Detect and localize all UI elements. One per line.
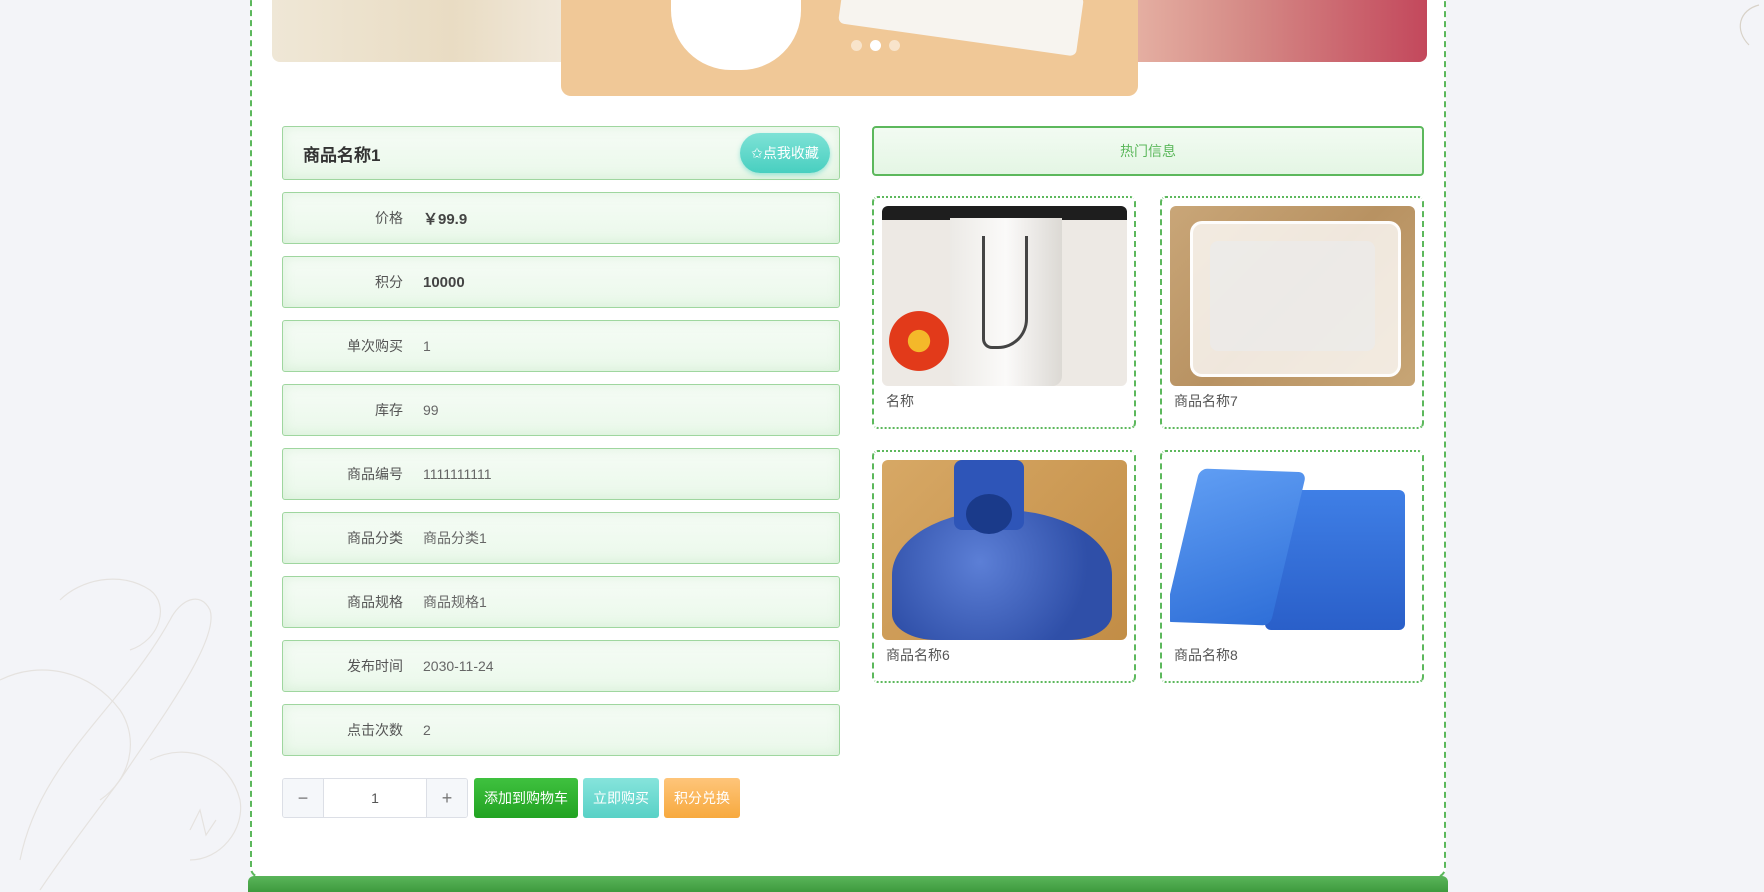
tray-inner-graphic: [1210, 241, 1375, 351]
info-row-product-id: 商品编号 1111111111: [282, 448, 840, 500]
info-value: 1: [423, 338, 431, 354]
product-title: 商品名称1: [303, 145, 381, 165]
info-row-spec: 商品规格 商品规格1: [282, 576, 840, 628]
info-row-points: 积分 10000: [282, 256, 840, 308]
add-to-cart-button[interactable]: 添加到购物车: [474, 778, 578, 818]
product-info: 商品名称1 ✩点我收藏 价格 ￥99.9 积分 10000 单次购买 1 库存 …: [282, 126, 840, 768]
info-value: 1111111111: [423, 466, 492, 482]
info-label: 商品分类: [347, 530, 403, 546]
info-value: 2030-11-24: [423, 658, 494, 674]
carousel-slide-current[interactable]: [561, 0, 1138, 96]
paper-cup-image[interactable]: [882, 206, 1127, 386]
info-label: 点击次数: [347, 722, 403, 738]
hot-item-card[interactable]: 名称: [872, 196, 1136, 429]
product-title-row: 商品名称1 ✩点我收藏: [282, 126, 840, 180]
info-label: 发布时间: [347, 658, 403, 674]
increase-quantity-button[interactable]: +: [426, 779, 467, 817]
carousel-dot[interactable]: [851, 40, 862, 51]
info-value: 2: [423, 722, 431, 738]
info-label: 单次购买: [347, 338, 403, 354]
quantity-input[interactable]: [324, 779, 426, 817]
buy-now-button[interactable]: 立即购买: [583, 778, 659, 818]
purchase-actions: − + 添加到购物车 立即购买 积分兑换: [282, 778, 740, 818]
info-value: 99: [423, 402, 439, 418]
hot-item-name[interactable]: 商品名称8: [1174, 645, 1238, 665]
carousel-dot[interactable]: [889, 40, 900, 51]
carousel-dot-active[interactable]: [870, 40, 881, 51]
info-label: 价格: [375, 210, 403, 226]
info-value: ￥99.9: [423, 210, 468, 228]
hot-item-card[interactable]: 商品名称8: [1160, 450, 1424, 683]
banner-carousel[interactable]: [272, 0, 1427, 96]
hot-item-card[interactable]: 商品名称6: [872, 450, 1136, 683]
footer-bar: [248, 876, 1448, 892]
info-value: 10000: [423, 273, 465, 291]
hot-item-name[interactable]: 商品名称7: [1174, 391, 1238, 411]
carousel-slide-next[interactable]: [1127, 0, 1427, 62]
decrease-quantity-button[interactable]: −: [283, 779, 324, 817]
carousel-slide-prev[interactable]: [272, 0, 572, 62]
info-value: 商品分类1: [423, 530, 487, 546]
hot-item-name[interactable]: 名称: [886, 391, 914, 411]
hot-item-name[interactable]: 商品名称6: [886, 645, 950, 665]
info-row-price: 价格 ￥99.9: [282, 192, 840, 244]
blue-crate-image[interactable]: [1170, 460, 1415, 640]
info-row-clicks: 点击次数 2: [282, 704, 840, 756]
paper-cup-graphic: [671, 0, 801, 70]
info-label: 库存: [375, 402, 403, 418]
info-value: 商品规格1: [423, 594, 487, 610]
floral-background-left: [0, 578, 242, 891]
points-exchange-button[interactable]: 积分兑换: [664, 778, 740, 818]
hot-info-header: 热门信息: [872, 126, 1424, 176]
saxophone-graphic: [982, 236, 1028, 349]
pipe-opening-graphic: [966, 494, 1012, 534]
info-label: 商品编号: [347, 466, 403, 482]
quantity-stepper: − +: [282, 778, 468, 818]
info-row-category: 商品分类 商品分类1: [282, 512, 840, 564]
plastic-tray-image[interactable]: [1170, 206, 1415, 386]
info-label: 积分: [375, 274, 403, 290]
info-label: 商品规格: [347, 594, 403, 610]
floral-background-right: [1739, 4, 1760, 46]
favorite-button[interactable]: ✩点我收藏: [740, 133, 830, 173]
flower-graphic: [884, 306, 954, 376]
carousel-indicators: [851, 40, 900, 51]
info-row-stock: 库存 99: [282, 384, 840, 436]
info-row-single-purchase: 单次购买 1: [282, 320, 840, 372]
hot-item-card[interactable]: 商品名称7: [1160, 196, 1424, 429]
info-row-publish-date: 发布时间 2030-11-24: [282, 640, 840, 692]
blue-pellets-image[interactable]: [882, 460, 1127, 640]
